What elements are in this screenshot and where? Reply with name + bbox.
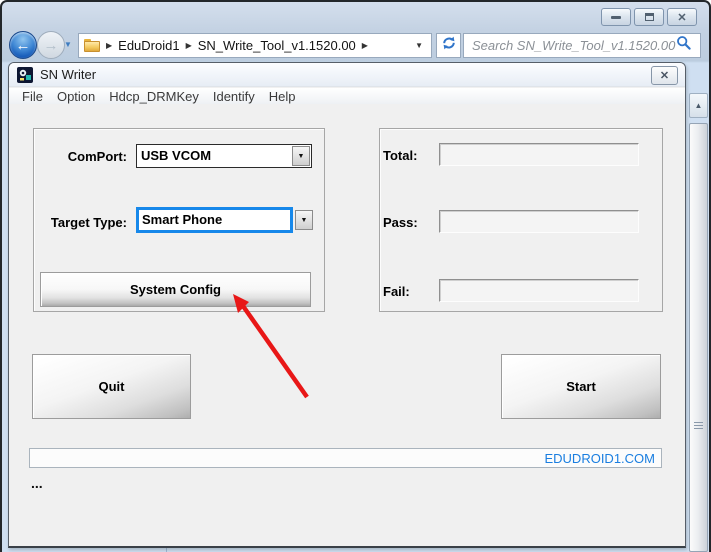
close-icon: ✕ xyxy=(677,11,687,24)
comport-label: ComPort: xyxy=(67,149,127,164)
scrollbar-thumb[interactable] xyxy=(689,123,708,552)
comport-dropdown-button[interactable]: ▼ xyxy=(292,146,310,166)
menu-identify[interactable]: Identify xyxy=(206,89,262,104)
fail-label: Fail: xyxy=(383,284,410,299)
total-field xyxy=(439,143,639,166)
chevron-right-icon: ▶ xyxy=(185,41,192,50)
window-controls: ✕ xyxy=(601,8,697,26)
pass-field xyxy=(439,210,639,233)
menu-hdcp-drmkey[interactable]: Hdcp_DRMKey xyxy=(102,89,206,104)
chevron-right-icon: ▶ xyxy=(106,41,113,50)
refresh-icon xyxy=(441,35,457,56)
chevron-down-icon: ▼ xyxy=(300,216,308,224)
quit-label: Quit xyxy=(98,379,125,394)
recent-pages-dropdown[interactable]: ▼ xyxy=(64,40,72,49)
log-text: ... xyxy=(31,475,43,491)
app-title: SN Writer xyxy=(40,67,97,82)
target-type-dropdown-button[interactable]: ▼ xyxy=(295,210,313,230)
status-brand-text: EDUDROID1.COM xyxy=(544,450,655,466)
back-icon: ← xyxy=(15,36,31,54)
comport-value: USB VCOM xyxy=(141,148,212,163)
restore-icon xyxy=(644,13,654,21)
system-config-label: System Config xyxy=(129,282,221,297)
chevron-down-icon: ▼ xyxy=(297,152,305,160)
sn-writer-window: SN Writer ✕ File Option Hdcp_DRMKey Iden… xyxy=(8,62,686,548)
start-button[interactable]: Start xyxy=(501,354,661,419)
breadcrumb-item-edudroid1[interactable]: EduDroid1 xyxy=(118,38,179,53)
scrollbar-grip-icon xyxy=(694,422,703,430)
target-type-combobox[interactable]: Smart Phone xyxy=(136,207,293,233)
app-icon xyxy=(17,67,33,83)
forward-button[interactable]: → xyxy=(37,31,65,59)
target-type-value: Smart Phone xyxy=(142,212,223,227)
restore-button[interactable] xyxy=(634,8,664,26)
app-titlebar[interactable]: SN Writer ✕ xyxy=(9,63,685,87)
back-button[interactable]: ← xyxy=(9,31,37,59)
scrollbar-up-button[interactable]: ▲ xyxy=(689,93,708,118)
quit-button[interactable]: Quit xyxy=(32,354,191,419)
address-dropdown[interactable]: ▼ xyxy=(415,41,423,50)
start-label: Start xyxy=(566,379,596,394)
scrollbar[interactable]: ▲ xyxy=(688,62,709,552)
pass-label: Pass: xyxy=(383,215,418,230)
minimize-button[interactable] xyxy=(601,8,631,26)
menu-option[interactable]: Option xyxy=(50,89,102,104)
minimize-icon xyxy=(611,15,621,19)
menubar: File Option Hdcp_DRMKey Identify Help xyxy=(9,88,685,104)
target-type-label: Target Type: xyxy=(50,215,127,230)
close-button[interactable]: ✕ xyxy=(667,8,697,26)
address-bar[interactable]: ▶ EduDroid1 ▶ SN_Write_Tool_v1.1520.00 ▶… xyxy=(78,33,432,58)
refresh-button[interactable] xyxy=(436,33,461,58)
statusbar-divider xyxy=(166,548,167,552)
progress-strip: EDUDROID1.COM xyxy=(29,448,662,468)
breadcrumb-item-snwritetool[interactable]: SN_Write_Tool_v1.1520.00 xyxy=(198,38,356,53)
search-icon xyxy=(676,35,692,56)
forward-icon: → xyxy=(43,36,59,54)
chevron-right-icon: ▶ xyxy=(361,41,368,50)
close-icon: ✕ xyxy=(659,70,670,82)
menu-file[interactable]: File xyxy=(15,89,50,104)
app-close-button[interactable]: ✕ xyxy=(651,66,678,85)
search-input[interactable]: Search SN_Write_Tool_v1.1520.00 xyxy=(463,33,701,58)
search-placeholder: Search SN_Write_Tool_v1.1520.00 xyxy=(472,38,676,53)
chevron-down-icon: ▼ xyxy=(64,40,72,49)
total-label: Total: xyxy=(383,148,418,163)
fail-field xyxy=(439,279,639,302)
chevron-up-icon: ▲ xyxy=(694,101,703,110)
system-config-button[interactable]: System Config xyxy=(40,272,311,307)
comport-combobox[interactable]: USB VCOM ▼ xyxy=(136,144,312,168)
folder-icon xyxy=(84,39,100,52)
menu-help[interactable]: Help xyxy=(262,89,303,104)
